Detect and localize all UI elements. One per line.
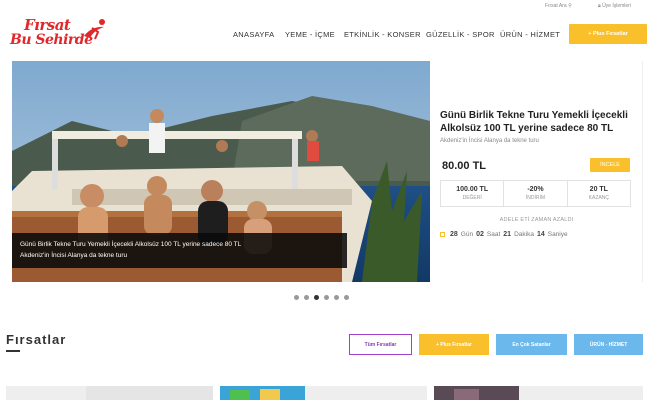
slider-dot[interactable] — [324, 295, 329, 300]
deal-price: 80.00 TL — [442, 160, 487, 172]
deal-card[interactable] — [434, 386, 643, 400]
nav-anasayfa[interactable]: ANASAYFA — [233, 30, 274, 39]
slider-dot[interactable] — [304, 295, 309, 300]
slider-dot[interactable] — [344, 295, 349, 300]
login-link[interactable]: 🔒︎ Üye İşlemleri — [598, 3, 631, 9]
header: Fırsat Bu Sehirde Fırsat Ara ⚲ 🔒︎ Üye İş… — [0, 0, 652, 58]
section-title: Fırsatlar — [6, 332, 67, 347]
incele-button[interactable]: İNCELE — [590, 158, 630, 172]
deal-card[interactable] — [6, 386, 213, 400]
deal-subtitle: Akdeniz'in İncisi Alanya da tekne turu — [440, 138, 539, 144]
nav-yeme-icme[interactable]: YEME - İÇME — [285, 30, 335, 39]
section-underline — [6, 350, 20, 352]
caption-title: Günü Birlik Tekne Turu Yemekli İçecekli … — [20, 241, 242, 248]
stat-discount: -20% İNDİRİM — [504, 181, 568, 206]
deal-card[interactable] — [220, 386, 427, 400]
filter-urun-hizmet-button[interactable]: ÜRÜN - HİZMET — [574, 334, 643, 355]
slider-dot[interactable] — [294, 295, 299, 300]
nav-etkinlik-konser[interactable]: ETKİNLİK - KONSER — [344, 30, 421, 39]
slider-dots — [294, 295, 349, 300]
filter-bestsellers-button[interactable]: En Çok Satanlar — [496, 334, 567, 355]
site-logo[interactable]: Fırsat Bu Sehirde — [8, 12, 108, 52]
caption-subtitle: Akdeniz'in İncisi Alanya da tekne turu — [20, 252, 128, 259]
runner-logo-icon — [84, 19, 105, 40]
nav-urun-hizmet[interactable]: ÜRÜN - HİZMET — [500, 30, 560, 39]
search-link[interactable]: Fırsat Ara ⚲ — [545, 3, 572, 9]
lock-icon: 🔒︎ — [598, 3, 601, 9]
search-icon: ⚲ — [568, 3, 572, 9]
logo-line2: Bu Sehirde — [10, 32, 93, 48]
filter-all-button[interactable]: Tüm Fırsatlar — [349, 334, 412, 355]
hero-caption: Günü Birlik Tekne Turu Yemekli İçecekli … — [12, 233, 347, 268]
filter-plus-button[interactable]: + Plus Fırsatlar — [419, 334, 489, 355]
stat-savings: 20 TL KAZANÇ — [588, 186, 609, 201]
clock-icon — [440, 232, 445, 237]
slider-dot-active[interactable] — [314, 295, 319, 300]
countdown-timer: 28 Gün 02 Saat 21 Dakika 14 Saniye — [440, 231, 568, 238]
deal-stats: 100.00 TL DEĞERİ -20% İNDİRİM 20 TL KAZA… — [440, 180, 631, 207]
deal-title[interactable]: Günü Birlik Tekne Turu Yemekli İçecekli … — [440, 109, 640, 135]
stat-value: 100.00 TL DEĞERİ — [441, 181, 505, 206]
time-label: ADELE ETİ ZAMAN AZALDI — [499, 217, 574, 223]
slider-dot[interactable] — [334, 295, 339, 300]
deal-panel: Günü Birlik Tekne Turu Yemekli İçecekli … — [430, 61, 643, 282]
nav-guzellik-spor[interactable]: GÜZELLİK - SPOR — [426, 30, 495, 39]
plus-firsatlar-button[interactable]: + Plus Fırsatlar — [569, 24, 647, 44]
